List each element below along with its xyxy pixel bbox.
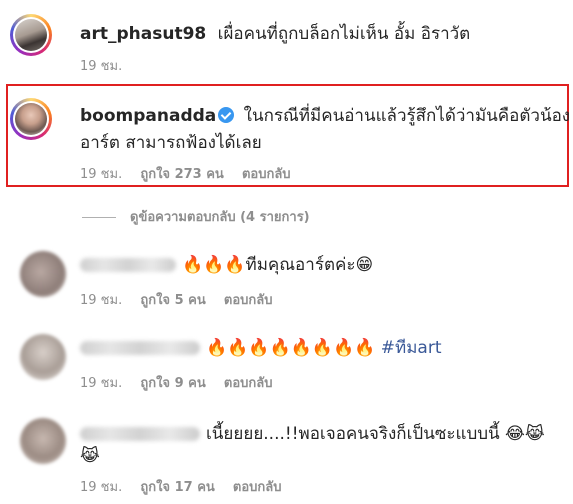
comment-text: ในกรณีที่มีคนอ่านแล้วรู้สึกได้ว่ามันคือต… — [243, 106, 571, 126]
reply-button[interactable]: ตอบกลับ — [242, 167, 291, 182]
reply-button[interactable]: ตอบกลับ — [224, 293, 273, 308]
reply-button[interactable]: ตอบกลับ — [233, 480, 282, 495]
reply-item: เนี้ยยยย....!!พอเจอคนจริงก็เป็นซะแบบนี้ … — [0, 412, 573, 504]
comment-username[interactable]: art_phasut98 — [80, 24, 206, 44]
view-replies-label[interactable]: ดูข้อความตอบกลับ (4 รายการ) — [130, 210, 310, 225]
avatar[interactable] — [10, 98, 52, 140]
reply-item: 🔥🔥🔥ทีมคุณอาร์ตค่ะ😁 19 ชม. ถูกใจ 5 คน ตอบ… — [0, 243, 573, 308]
view-replies-toggle[interactable]: ดูข้อความตอบกลับ (4 รายการ) — [82, 206, 310, 227]
comment-text: 🔥🔥🔥🔥🔥🔥🔥🔥 — [206, 338, 376, 358]
comment-likes[interactable]: ถูกใจ 9 คน — [140, 376, 205, 391]
comment-likes[interactable]: ถูกใจ 273 คน — [140, 167, 223, 182]
divider-line — [82, 217, 116, 218]
comment-text: เผื่อคนที่ถูกบล็อกไม่เห็น อั้ม อิราวัต — [217, 24, 471, 44]
comment-text: 🔥🔥🔥ทีมคุณอาร์ตค่ะ😁 — [182, 255, 374, 275]
comment-time[interactable]: 19 ชม. — [80, 376, 122, 391]
comment-time[interactable]: 19 ชม. — [80, 167, 122, 182]
reply-button[interactable]: ตอบกลับ — [224, 376, 273, 391]
comment-time[interactable]: 19 ชม. — [80, 293, 122, 308]
comment-likes[interactable]: ถูกใจ 17 คน — [140, 480, 214, 495]
avatar[interactable] — [20, 334, 66, 380]
avatar[interactable] — [10, 14, 52, 56]
comment-boompanadda: boompanadda ในกรณีที่มีคนอ่านแล้วรู้สึกไ… — [0, 86, 573, 186]
verified-badge-icon — [218, 107, 235, 123]
comment-art-phasut98: art_phasut98 เผื่อคนที่ถูกบล็อกไม่เห็น อ… — [0, 0, 573, 80]
comment-time[interactable]: 19 ชม. — [80, 59, 122, 74]
blurred-username[interactable] — [80, 427, 200, 441]
comment-text-continued: อาร์ต สามารถฟ้องได้เลย — [80, 133, 262, 153]
avatar[interactable] — [20, 251, 66, 297]
blurred-username[interactable] — [80, 258, 176, 272]
avatar[interactable] — [20, 418, 66, 464]
comment-likes[interactable]: ถูกใจ 5 คน — [140, 293, 205, 308]
hashtag-link[interactable]: #ทีมart — [381, 338, 442, 358]
comment-time[interactable]: 19 ชม. — [80, 480, 122, 495]
reply-item: 🔥🔥🔥🔥🔥🔥🔥🔥 #ทีมart 19 ชม. ถูกใจ 9 คน ตอบกล… — [0, 326, 573, 391]
comment-text-continued: 😹 — [80, 446, 100, 466]
comment-username[interactable]: boompanadda — [80, 106, 216, 126]
blurred-username[interactable] — [80, 341, 200, 355]
comment-text: เนี้ยยยย....!!พอเจอคนจริงก็เป็นซะแบบนี้ … — [206, 424, 545, 444]
